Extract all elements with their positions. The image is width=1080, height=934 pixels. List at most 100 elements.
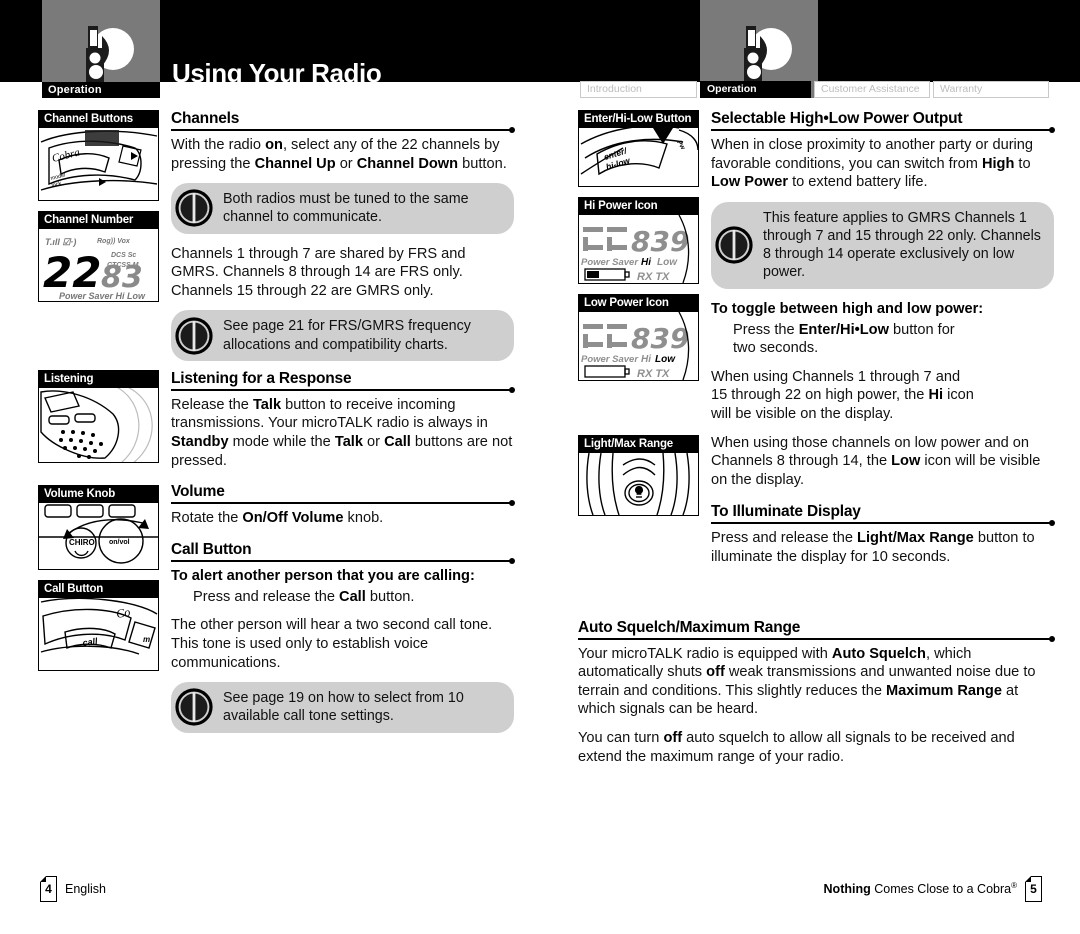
right-full-width-section: Auto Squelch/Maximum Range Your microTAL… <box>578 618 1055 767</box>
heading-call-button: Call Button <box>171 540 252 558</box>
paragraph-illuminate-1: Press and release the Light/Max Range bu… <box>711 530 1035 565</box>
svg-text:CHIRO: CHIRO <box>69 538 95 547</box>
figure-art-light-max-range <box>579 453 698 515</box>
paragraph-channels-1: With the radio on, select any of the 22 … <box>171 137 507 172</box>
paragraph-power-3: When using Channels 1 through 7 and 15 th… <box>711 368 974 422</box>
svg-text:Power Saver: Power Saver <box>581 354 639 365</box>
right-page-column: Enter/Hi-Low Button enter/ hi-low Pw Hi … <box>578 110 1055 776</box>
info-circle-icon <box>175 189 213 227</box>
section-nav-tabs[interactable]: Introduction Operation Customer Assistan… <box>580 81 1049 98</box>
figure-art-listening <box>39 387 158 462</box>
info-circle-icon <box>175 688 213 726</box>
figure-caption: Call Button <box>39 580 158 598</box>
svg-text:m: m <box>143 635 150 644</box>
tab-customer-assistance[interactable]: Customer Assistance <box>814 81 930 98</box>
info-circle-icon <box>175 316 213 355</box>
header-band <box>0 0 1080 82</box>
heading-volume: Volume <box>171 483 225 501</box>
note-text: See page 21 for FRS/GMRS frequency alloc… <box>223 318 471 353</box>
figure-listening: Listening <box>38 369 159 463</box>
figure-caption: Channel Buttons <box>39 111 158 128</box>
note-see-page-21: See page 21 for FRS/GMRS frequency alloc… <box>171 310 514 361</box>
heading-to-illuminate-display: To Illuminate Display <box>711 503 861 521</box>
note-text: This feature applies to GMRS Channels 1 … <box>763 209 1041 281</box>
registered-mark-icon: ® <box>1011 881 1017 891</box>
paragraph-squelch-1: Your microTALK radio is equipped with Au… <box>578 645 1036 718</box>
heading-rule <box>171 386 515 393</box>
figure-enter-hi-low-button: Enter/Hi-Low Button enter/ hi-low Pw <box>578 110 699 187</box>
note-text: Both radios must be tuned to the same ch… <box>223 191 469 226</box>
heading-rule <box>171 127 515 133</box>
section-logo-left: Operation <box>42 0 160 98</box>
figure-art-volume-knob: CHIRO on/vol <box>39 502 158 569</box>
paragraph-listening-1: Release the Talk button to receive incom… <box>171 396 513 469</box>
heading-rule <box>171 557 515 564</box>
figure-channel-buttons: Channel Buttons Cobra mode/ lock <box>38 110 159 201</box>
left-figure-stack-2: Listening Volume Knob CHIRO on/vol Call … <box>38 369 159 681</box>
footer-tagline-bold: Nothing <box>823 882 871 897</box>
figure-caption: Low Power Icon <box>579 295 698 312</box>
heading-auto-squelch: Auto Squelch/Maximum Range <box>578 618 801 636</box>
subheading-call-alert: To alert another person that you are cal… <box>171 567 475 584</box>
figure-hi-power-icon: Hi Power Icon 839 Power Saver Hi Low RX … <box>578 197 699 284</box>
svg-text:T.ıll ☑·): T.ıll ☑·) <box>45 237 76 247</box>
figure-art-call-button: call Co m <box>39 597 158 670</box>
svg-text:83: 83 <box>101 260 143 295</box>
svg-text:DCS Sc: DCS Sc <box>111 252 136 259</box>
display-digits: 839 <box>631 322 689 355</box>
heading-selectable-high-low-power: Selectable High•Low Power Output <box>711 110 963 127</box>
figure-call-button: Call Button call Co m <box>38 579 159 671</box>
heading-rule <box>711 127 1055 133</box>
section-tab-left: Operation <box>42 82 160 98</box>
paragraph-power-1: When in close proximity to another party… <box>711 137 1034 191</box>
info-circle-icon <box>715 226 753 264</box>
note-see-page-19: See page 19 on how to select from 10 ava… <box>171 682 514 733</box>
heading-rule <box>711 520 1055 527</box>
figure-art-enter-hi-low: enter/ hi-low Pw <box>579 128 698 186</box>
figure-art-channel-buttons: Cobra mode/ lock <box>39 128 158 200</box>
svg-text:call: call <box>82 636 99 648</box>
svg-text:22: 22 <box>43 248 101 297</box>
figure-low-power-icon: Low Power Icon 839 Power Saver Hi Low RX… <box>578 294 699 381</box>
svg-text:RX TX: RX TX <box>637 368 670 380</box>
svg-text:Hi: Hi <box>641 354 651 365</box>
heading-rule <box>578 635 1055 642</box>
svg-text:Low: Low <box>655 354 676 365</box>
figure-art-hi-power: 839 Power Saver Hi Low RX TX <box>579 215 698 283</box>
tab-introduction[interactable]: Introduction <box>580 81 697 98</box>
left-figure-stack: Channel Buttons Cobra mode/ lock Channel… <box>38 110 159 312</box>
note-gmrs-channels: This feature applies to GMRS Channels 1 … <box>711 201 1054 289</box>
figure-art-low-power: 839 Power Saver Hi Low RX TX <box>579 312 698 380</box>
figure-caption: Channel Number <box>39 212 158 229</box>
manual-page-spread: Operation Using Your Radio Introduction … <box>0 0 1080 934</box>
footer-language-label: English <box>65 882 106 896</box>
paragraph-power-4: When using those channels on low power a… <box>711 434 1041 488</box>
svg-text:Power Saver Hi Low: Power Saver Hi Low <box>59 291 146 301</box>
figure-caption: Light/Max Range <box>579 436 698 453</box>
tab-warranty[interactable]: Warranty <box>933 81 1049 98</box>
figure-caption: Enter/Hi-Low Button <box>579 111 698 128</box>
svg-text:RX TX: RX TX <box>637 271 670 283</box>
subheading-toggle-power: To toggle between high and low power: <box>711 300 984 317</box>
left-text-column-bottom: Listening for a Response Release the Tal… <box>171 370 515 744</box>
page-title: Using Your Radio <box>172 58 382 88</box>
figure-volume-knob: Volume Knob CHIRO on/vol <box>38 484 159 570</box>
heading-channels: Channels <box>171 110 240 127</box>
svg-text:Rog)) Vox: Rog)) Vox <box>97 238 131 245</box>
note-text: See page 19 on how to select from 10 ava… <box>223 690 464 725</box>
right-text-column: Selectable High•Low Power Output When in… <box>711 110 1055 577</box>
svg-text:Power Saver: Power Saver <box>581 257 639 268</box>
page-footer: 4 English Nothing Comes Close to a Cobra… <box>0 875 1080 908</box>
figure-caption: Hi Power Icon <box>579 198 698 215</box>
note-tune-same-channel: Both radios must be tuned to the same ch… <box>171 183 514 234</box>
footer-tagline-rest: Comes Close to a Cobra <box>870 882 1012 897</box>
svg-text:Co: Co <box>115 605 131 621</box>
left-page-column: Channel Buttons Cobra mode/ lock Channel… <box>38 110 515 744</box>
footer-tagline: Nothing Comes Close to a Cobra® <box>824 881 1017 896</box>
heading-rule <box>171 500 515 507</box>
paragraph-volume-1: Rotate the On/Off Volume knob. <box>171 510 384 527</box>
page-number-right: 5 <box>1024 875 1042 902</box>
tab-operation[interactable]: Operation <box>700 81 811 98</box>
paragraph-power-2: Press the Enter/Hi•Low button for two sec… <box>733 321 955 357</box>
figure-channel-number: Channel Number T.ıll ☑·) Rog)) Vox DCS S… <box>38 211 159 302</box>
